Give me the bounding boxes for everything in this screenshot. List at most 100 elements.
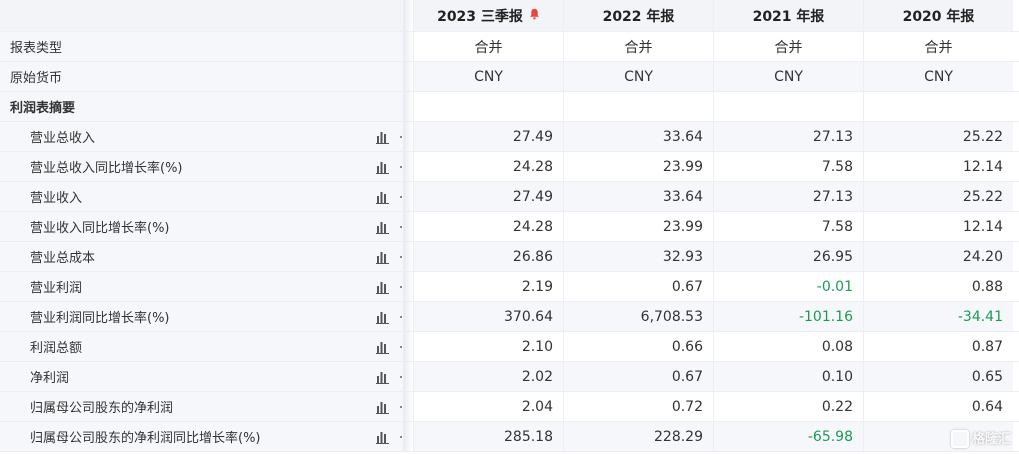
value-cell: 228.29 — [563, 422, 713, 451]
column-separator — [403, 92, 413, 121]
value-cell: 27.13 — [713, 122, 863, 151]
row-label-text: 归属母公司股东的净利润同比增长率(%) — [30, 431, 261, 446]
value-cell: 6,708.53 — [563, 302, 713, 331]
bar-chart-icon[interactable] — [376, 190, 390, 204]
column-separator — [403, 302, 413, 331]
header-col-1-label: 2022 年报 — [602, 8, 675, 25]
value-cell: 25.22 — [863, 122, 1013, 151]
row-label: 营业总收入同比增长率(%) — [0, 152, 403, 181]
row-label-text: 原始货币 — [10, 71, 63, 86]
row-label-text: 营业收入同比增长率(%) — [30, 221, 170, 236]
value-cell: 0.72 — [563, 392, 713, 421]
column-separator — [403, 182, 413, 211]
bar-chart-icon[interactable] — [376, 160, 390, 174]
value-cell: 26.86 — [413, 242, 563, 271]
column-separator — [403, 0, 413, 31]
value-cell: 0.87 — [863, 332, 1013, 361]
table-row: 营业总成本 26.86 32.93 26.95 24.20 — [0, 242, 1019, 272]
bar-chart-icon[interactable] — [376, 220, 390, 234]
value-cell: 0.10 — [713, 362, 863, 391]
value-cell — [713, 92, 863, 121]
value-cell: 2.10 — [413, 332, 563, 361]
bar-chart-icon[interactable] — [376, 310, 390, 324]
value-cell: 0.65 — [863, 362, 1013, 391]
value-cell: 2.19 — [413, 272, 563, 301]
column-separator — [403, 122, 413, 151]
value-cell: 23.99 — [563, 152, 713, 181]
value-cell: CNY — [713, 62, 863, 91]
table-row: 原始货币 CNY CNY CNY CNY — [0, 62, 1019, 92]
table-row: 利润总额 2.10 0.66 0.08 0.87 — [0, 332, 1019, 362]
row-label-text: 归属母公司股东的净利润 — [30, 401, 174, 416]
dot-marker — [400, 166, 402, 168]
dot-marker — [400, 346, 402, 348]
value-cell: -65.98 — [713, 422, 863, 451]
value-cell: 26.95 — [713, 242, 863, 271]
bar-chart-icon[interactable] — [376, 370, 390, 384]
value-cell: 24.28 — [413, 152, 563, 181]
header-col-3[interactable]: 2020 年报 — [863, 0, 1013, 31]
dot-marker — [400, 136, 402, 138]
table-row: 营业收入 27.49 33.64 27.13 25.22 — [0, 182, 1019, 212]
table-row: 营业收入同比增长率(%) 24.28 23.99 7.58 12.14 — [0, 212, 1019, 242]
value-cell: 24.28 — [413, 212, 563, 241]
table-header: 2023 三季报 2022 年报 2021 年报 2020 年报 — [0, 0, 1019, 32]
value-cell: 0.67 — [563, 272, 713, 301]
dot-marker — [400, 286, 402, 288]
watermark-icon — [950, 430, 969, 448]
value-cell: 23.99 — [563, 212, 713, 241]
table-row: 营业利润同比增长率(%) 370.64 6,708.53 -101.16 -34.41 — [0, 302, 1019, 332]
row-label: 营业收入 — [0, 182, 403, 211]
header-col-0[interactable]: 2023 三季报 — [413, 0, 563, 31]
bell-icon[interactable] — [529, 8, 540, 24]
column-separator — [403, 212, 413, 241]
bar-chart-icon[interactable] — [376, 400, 390, 414]
value-cell: 27.49 — [413, 182, 563, 211]
column-separator — [403, 392, 413, 421]
value-cell: 24.20 — [863, 242, 1013, 271]
dot-marker — [400, 406, 402, 408]
value-cell: -101.16 — [713, 302, 863, 331]
row-label: 原始货币 — [0, 62, 403, 91]
value-cell: 370.64 — [413, 302, 563, 331]
row-label-text: 报表类型 — [10, 41, 63, 56]
header-label-spacer — [0, 0, 403, 31]
value-cell: 285.18 — [413, 422, 563, 451]
value-cell: 0.67 — [563, 362, 713, 391]
watermark-text: 格隆汇 — [971, 431, 1011, 447]
header-col-2[interactable]: 2021 年报 — [713, 0, 863, 31]
column-separator — [403, 32, 413, 61]
value-cell: 合并 — [563, 32, 713, 61]
row-label: 利润表摘要 — [0, 92, 403, 121]
bar-chart-icon[interactable] — [376, 430, 390, 444]
value-cell — [863, 92, 1013, 121]
value-cell: 0.66 — [563, 332, 713, 361]
table-row: 营业总收入 27.49 33.64 27.13 25.22 — [0, 122, 1019, 152]
value-cell: 0.88 — [863, 272, 1013, 301]
row-label: 归属母公司股东的净利润 — [0, 392, 403, 421]
value-cell — [563, 92, 713, 121]
table-row: 净利润 2.02 0.67 0.10 0.65 — [0, 362, 1019, 392]
value-cell: 0.22 — [713, 392, 863, 421]
column-separator — [403, 62, 413, 91]
value-cell: 32.93 — [563, 242, 713, 271]
table-row: 归属母公司股东的净利润同比增长率(%) 285.18 228.29 -65.98 — [0, 422, 1019, 452]
bar-chart-icon[interactable] — [376, 130, 390, 144]
value-cell: CNY — [563, 62, 713, 91]
dot-marker — [400, 226, 402, 228]
value-cell: -34.41 — [863, 302, 1013, 331]
column-separator — [403, 422, 413, 451]
header-col-3-label: 2020 年报 — [902, 8, 975, 25]
header-col-1[interactable]: 2022 年报 — [563, 0, 713, 31]
row-label-text: 利润表摘要 — [10, 101, 76, 116]
bar-chart-icon[interactable] — [376, 340, 390, 354]
column-separator — [403, 152, 413, 181]
row-label: 营业总收入 — [0, 122, 403, 151]
column-separator — [403, 272, 413, 301]
value-cell: 合并 — [413, 32, 563, 61]
bar-chart-icon[interactable] — [376, 280, 390, 294]
bar-chart-icon[interactable] — [376, 250, 390, 264]
header-col-2-label: 2021 年报 — [752, 8, 825, 25]
value-cell: 0.64 — [863, 392, 1013, 421]
value-cell: 2.04 — [413, 392, 563, 421]
